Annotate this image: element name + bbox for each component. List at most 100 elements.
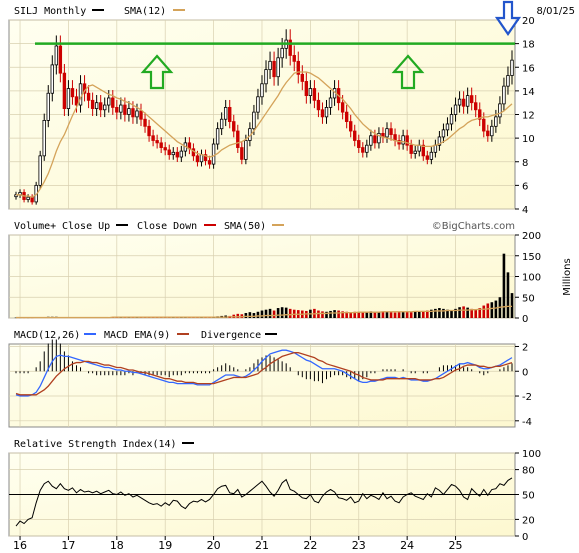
rsi-title: Relative Strength Index(14) (14, 439, 177, 450)
volume-bar (474, 309, 478, 318)
candle-body (147, 125, 151, 137)
candle-body (272, 60, 276, 78)
close-down-label: Close Down (137, 221, 197, 232)
divergence-swatch (265, 333, 277, 335)
candle-body (139, 110, 143, 120)
volume-bar (361, 312, 365, 318)
volume-bar (502, 253, 506, 318)
volume-bar (288, 308, 292, 318)
y-tick-label: 150 (522, 252, 541, 263)
candle-body (361, 147, 365, 153)
candle-body (256, 96, 260, 113)
volume-bar (450, 310, 453, 318)
y-tick-label: 0 (522, 367, 528, 378)
close-up-swatch (116, 224, 128, 226)
candle-body (502, 85, 506, 105)
candle-body (312, 88, 317, 101)
volume-bar (482, 305, 486, 318)
candle-body (280, 47, 284, 59)
candle-body (365, 144, 369, 153)
candle-body (54, 45, 59, 66)
candle-body (90, 99, 95, 109)
candle-body (38, 155, 42, 186)
candle-body (167, 149, 171, 156)
candle-body (111, 97, 115, 108)
candle-body (70, 88, 75, 98)
volume-unit-label: Millions (562, 258, 573, 295)
volume-bar (486, 303, 490, 318)
x-tick-label: 21 (255, 539, 269, 552)
close-up-label: Close Up (62, 221, 110, 232)
candle-body (127, 108, 131, 115)
y-tick-label: -2 (522, 392, 532, 403)
candle-body (494, 116, 498, 127)
volume-bar (490, 302, 494, 318)
candle-body (441, 129, 446, 138)
candle-body (510, 59, 514, 76)
macd-panel: MACD(12,26) MACD EMA(9) Divergence -4 -2 0… (8, 330, 532, 428)
candle-body (260, 83, 264, 98)
y-tick-label: 80 (522, 466, 535, 477)
volume-bar (494, 300, 498, 318)
candle-body (107, 97, 111, 106)
volume-bar (284, 307, 288, 318)
x-tick-label: 17 (61, 539, 75, 552)
y-tick-label: 8 (522, 158, 528, 169)
volume-bar (466, 307, 469, 318)
candle-body (215, 128, 220, 145)
candle-body (490, 125, 494, 137)
candle-body (228, 107, 232, 122)
volume-bar (276, 308, 280, 318)
volume-bar (357, 312, 361, 318)
candle-body (316, 99, 321, 111)
y-tick-label: 100 (522, 449, 541, 460)
y-tick-label: 16 (522, 63, 535, 74)
y-tick-label: 50 (522, 293, 535, 304)
candle-body (469, 95, 474, 104)
candle-body (175, 151, 180, 158)
candle-body (328, 97, 333, 108)
candle-body (506, 75, 510, 87)
volume-bar (438, 308, 441, 318)
volume-bar (317, 310, 320, 318)
watermark: ©BigCharts.com (432, 221, 515, 232)
volume-bar (397, 312, 401, 318)
candle-body (30, 196, 34, 203)
volume-bar (385, 311, 389, 318)
candle-body (344, 111, 349, 122)
stock-chart: 468101214161820 SILJ Monthly SMA(12) 8/0… (8, 0, 575, 552)
candle-body (357, 140, 361, 148)
volume-bar (264, 309, 268, 318)
candle-body (486, 130, 490, 137)
rsi-panel: Relative Strength Index(14) 0 20 50 80 100 (8, 439, 541, 543)
volume-bar (417, 311, 421, 318)
y-tick-label: 0 (522, 532, 528, 543)
candle-body (58, 45, 63, 74)
volume-bar (413, 311, 417, 318)
volume-bar (337, 310, 340, 318)
volume-bar (409, 312, 413, 318)
candle-body (405, 135, 409, 146)
candle-body (171, 151, 175, 156)
candle-body (151, 135, 155, 141)
candle-body (353, 130, 357, 141)
volume-bar (244, 313, 248, 318)
sma12-label: SMA(12) (124, 6, 166, 17)
x-tick-label: 25 (449, 539, 463, 552)
candle-body (445, 123, 450, 131)
candle-body (115, 107, 119, 113)
volume-bar (252, 313, 256, 318)
macd-ema-swatch (177, 333, 189, 335)
candle-body (143, 118, 147, 127)
candle-body (304, 81, 309, 97)
volume-title: Volume+ (14, 221, 56, 232)
volume-y-axis: 0 50 100 150 200 (515, 231, 541, 325)
volume-bar (434, 308, 437, 318)
candle-body (26, 196, 30, 200)
volume-bar (510, 293, 514, 318)
candle-body (195, 155, 200, 163)
candle-body (425, 155, 430, 160)
candle-body (385, 128, 389, 138)
y-tick-label: 50 (522, 491, 535, 502)
candle-body (453, 104, 458, 115)
